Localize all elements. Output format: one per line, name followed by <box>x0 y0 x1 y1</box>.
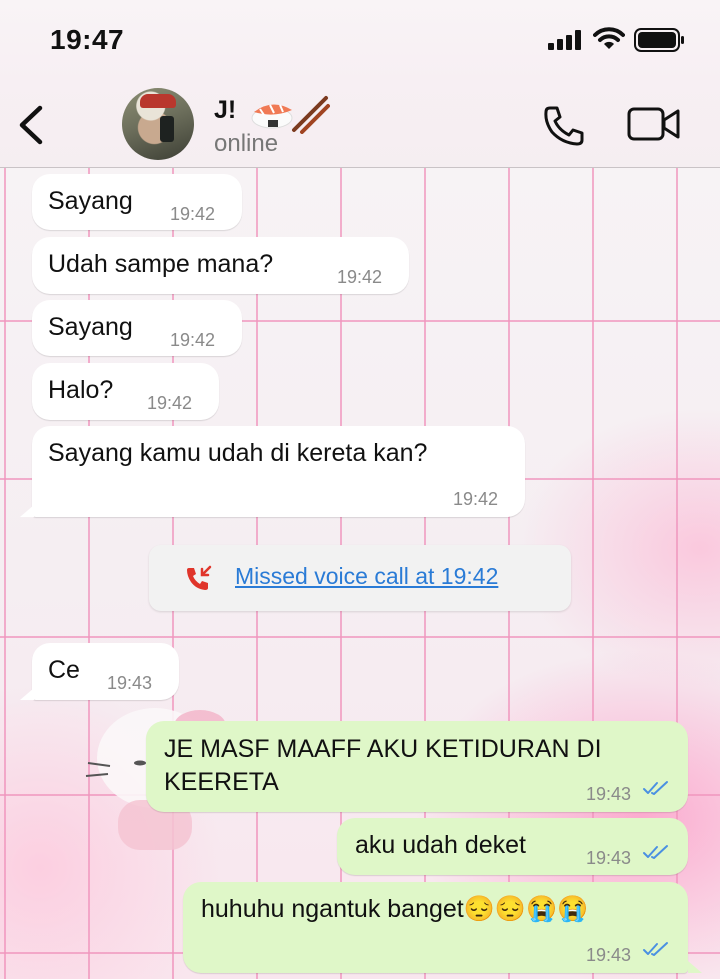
sushi-chopsticks-emoji-icon <box>251 96 330 134</box>
battery-icon <box>634 28 684 52</box>
outgoing-message[interactable]: JE MASF MAAFF AKU KETIDURAN DI KEERETA 1… <box>146 721 688 812</box>
message-text: Halo? <box>48 376 114 404</box>
message-text-line-2: KEERETA <box>164 768 279 796</box>
incoming-message[interactable]: Sayang 19:42 <box>32 300 242 356</box>
incoming-message[interactable]: Sayang 19:42 <box>32 174 242 230</box>
incoming-message[interactable]: Ce 19:43 <box>32 643 179 700</box>
message-time: 19:43 <box>586 945 632 965</box>
cellular-signal-icon <box>548 30 581 50</box>
bubble-tail <box>688 961 702 973</box>
chat-header: J! online <box>0 80 720 168</box>
message-time: 19:42 <box>170 204 216 224</box>
bubble-tail <box>20 688 34 700</box>
message-text: Sayang <box>48 187 133 215</box>
message-time: 19:42 <box>453 489 499 509</box>
message-text: aku udah deket <box>355 831 526 859</box>
message-time: 19:42 <box>337 267 383 287</box>
contact-avatar[interactable] <box>122 88 194 160</box>
outgoing-message[interactable]: aku udah deket 19:43 <box>337 818 688 875</box>
outgoing-message[interactable]: huhuhu ngantuk banget😔😔😭😭 19:43 <box>183 882 688 973</box>
incoming-message[interactable]: Sayang kamu udah di kereta kan? 19:42 <box>32 426 525 517</box>
bubble-tail <box>20 505 34 517</box>
message-time: 19:43 <box>107 673 153 693</box>
missed-voice-call-notice[interactable]: Missed voice call at 19:42 <box>149 545 571 611</box>
missed-call-icon <box>187 565 212 590</box>
incoming-message[interactable]: Udah sampe mana? 19:42 <box>32 237 409 294</box>
message-text: Udah sampe mana? <box>48 250 274 278</box>
voice-call-icon[interactable] <box>542 104 586 148</box>
back-chevron-icon[interactable] <box>16 104 46 146</box>
read-double-check-icon <box>643 942 668 956</box>
message-time: 19:43 <box>586 784 632 804</box>
message-text: Ce <box>48 656 80 684</box>
read-double-check-icon <box>643 781 668 795</box>
wifi-icon <box>593 27 625 49</box>
message-time: 19:42 <box>147 393 193 413</box>
read-double-check-icon <box>643 845 668 859</box>
message-text-line-1: JE MASF MAAFF AKU KETIDURAN DI <box>164 735 602 763</box>
contact-online-status: online <box>214 130 279 157</box>
status-bar: 19:47 <box>0 0 720 80</box>
missed-call-link[interactable]: Missed voice call at 19:42 <box>235 563 498 590</box>
message-time: 19:43 <box>586 848 632 868</box>
message-text: Sayang <box>48 313 133 341</box>
video-call-icon[interactable] <box>627 106 681 142</box>
contact-name[interactable]: J! <box>214 96 236 125</box>
message-time: 19:42 <box>170 330 216 350</box>
incoming-message[interactable]: Halo? 19:42 <box>32 363 219 420</box>
message-text: huhuhu ngantuk banget😔😔😭😭 <box>201 895 589 923</box>
message-text: Sayang kamu udah di kereta kan? <box>48 439 428 467</box>
status-time: 19:47 <box>50 24 125 55</box>
